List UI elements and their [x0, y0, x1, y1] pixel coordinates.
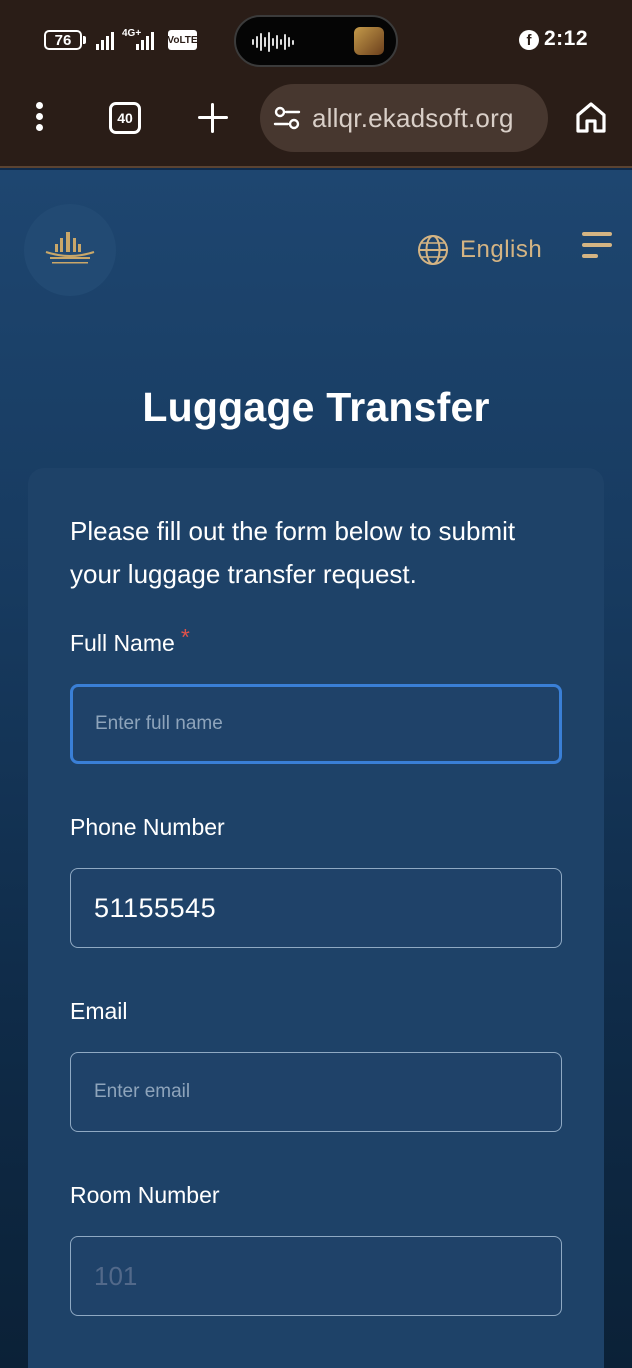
signal-icon: [96, 30, 114, 50]
dynamic-island[interactable]: [234, 15, 398, 67]
form-card: Please fill out the form below to submit…: [28, 468, 604, 1368]
full-name-input[interactable]: Enter full name: [70, 684, 562, 764]
language-switcher[interactable]: English: [416, 232, 542, 268]
site-settings-icon[interactable]: [272, 103, 302, 133]
browser-chrome: 76 4G+ VoLTE f 2:12 40 allqr.ekadsoft.or…: [0, 0, 632, 168]
room-label: Room Number: [70, 1182, 220, 1208]
browser-menu-icon[interactable]: [36, 102, 48, 132]
phone-label: Phone Number: [70, 814, 225, 840]
battery-indicator: 76: [44, 30, 86, 50]
phone-value: 51155545: [94, 892, 217, 923]
hamburger-menu-icon[interactable]: [582, 232, 612, 262]
form-intro: Please fill out the form below to submit…: [70, 516, 516, 589]
room-input[interactable]: 101: [70, 1236, 562, 1316]
page-content: English Luggage Transfer Please fill out…: [0, 170, 632, 1368]
logo-emblem-icon: [45, 232, 95, 264]
media-thumbnail: [354, 27, 384, 55]
globe-icon: [418, 235, 448, 265]
tab-switcher-button[interactable]: 40: [109, 102, 141, 134]
required-mark: *: [180, 624, 190, 650]
status-bar: 76 4G+ VoLTE f 2:12: [0, 0, 632, 82]
page-title: Luggage Transfer: [142, 384, 490, 430]
new-tab-icon[interactable]: [198, 103, 228, 133]
battery-tip-icon: [83, 36, 86, 44]
phone-input[interactable]: 51155545: [70, 868, 562, 948]
email-label: Email: [70, 998, 128, 1024]
url-text: allqr.ekadsoft.org: [312, 102, 514, 133]
facebook-icon: f: [519, 30, 539, 50]
email-input[interactable]: Enter email: [70, 1052, 562, 1132]
room-placeholder: 101: [94, 1260, 138, 1291]
status-time: 2:12: [544, 27, 589, 50]
signal-icon-2: [136, 30, 154, 50]
language-label: English: [460, 236, 543, 263]
site-logo[interactable]: [24, 204, 116, 296]
home-icon[interactable]: [574, 100, 608, 134]
address-bar[interactable]: allqr.ekadsoft.org: [260, 84, 548, 152]
volte-badge: VoLTE: [167, 30, 198, 50]
full-name-label: Full Name *: [70, 624, 190, 656]
audio-wave-icon: [252, 31, 294, 53]
battery-level: 76: [44, 30, 82, 50]
email-placeholder: Enter email: [94, 1081, 191, 1102]
full-name-placeholder: Enter full name: [95, 713, 223, 734]
